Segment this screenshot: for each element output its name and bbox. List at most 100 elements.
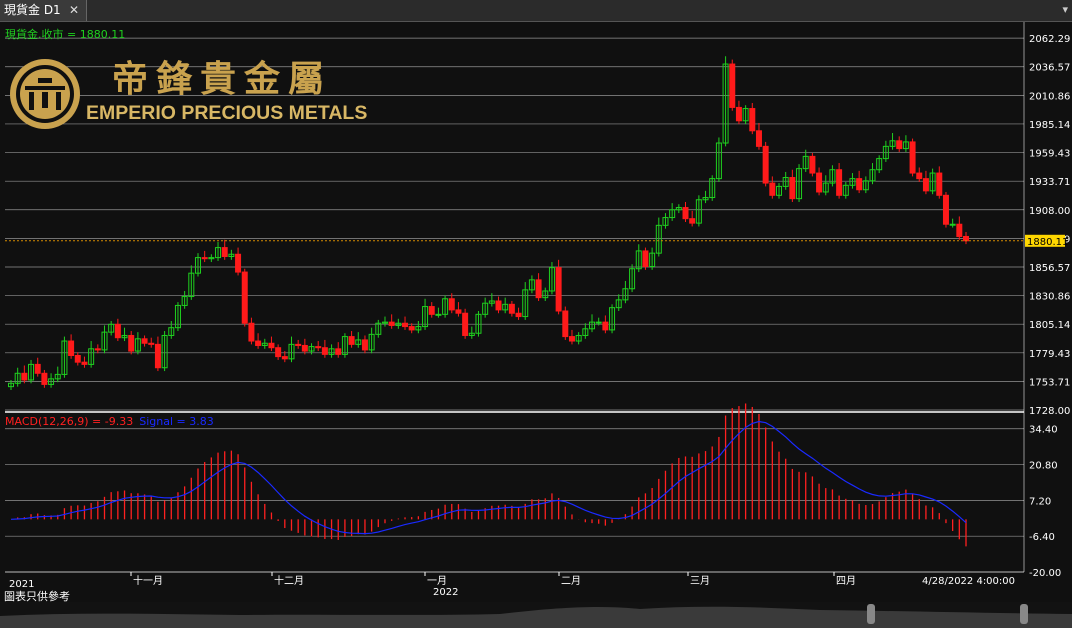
candle-body — [602, 321, 609, 331]
candle-body — [956, 223, 963, 237]
macd-label: MACD(12,26,9) = -9.33 — [5, 415, 133, 428]
candle-body — [268, 342, 275, 349]
chart-scrollbar[interactable] — [0, 602, 1072, 628]
candle-body — [141, 338, 148, 344]
candle-body — [769, 182, 776, 196]
candle-body — [248, 322, 255, 342]
price-tick-label: 2010.86 — [1029, 91, 1070, 102]
candle-body — [361, 339, 368, 351]
macd-tick-label: 7.20 — [1029, 496, 1051, 507]
signal-label: Signal = 3.83 — [139, 415, 214, 428]
macd-tick-label: 34.40 — [1029, 425, 1058, 436]
logo-english-text: EMPERIO PRECIOUS METALS — [86, 102, 368, 124]
candle-body — [128, 334, 135, 352]
candle-body — [936, 172, 943, 196]
price-tick-label: 1805.14 — [1029, 320, 1070, 331]
candle-body — [435, 313, 442, 316]
candle-body — [942, 194, 949, 225]
candle-body — [301, 344, 308, 352]
candle-body — [315, 346, 322, 349]
candle-body — [148, 342, 155, 345]
candle-body — [535, 279, 542, 299]
candle-body — [896, 140, 903, 150]
candle-body — [836, 169, 843, 196]
time-tick-label: 4/28/2022 4:00:00 — [922, 576, 1015, 587]
macd-tick-label: -20.00 — [1029, 568, 1061, 579]
candle-body — [388, 321, 395, 326]
candle-body — [963, 235, 969, 242]
candle-body — [916, 172, 923, 180]
candle-body — [235, 253, 242, 273]
macd-tick-label: -6.40 — [1029, 532, 1055, 543]
candle-body — [555, 267, 562, 312]
candle-body — [789, 177, 796, 200]
candle-body — [448, 298, 455, 311]
candle-body — [642, 250, 649, 268]
candle-body — [495, 300, 502, 311]
candle-body — [455, 309, 462, 314]
candle-body — [729, 63, 736, 108]
time-tick-label: 十一月 — [133, 574, 163, 587]
candle-body — [562, 310, 569, 338]
candle-body — [568, 336, 575, 342]
candle-body — [755, 130, 762, 147]
price-tick-label: 1728.00 — [1029, 406, 1070, 417]
close-icon[interactable]: ✕ — [69, 0, 79, 21]
candle-body — [348, 336, 355, 345]
candle-body — [41, 372, 48, 385]
candle-body — [682, 207, 689, 220]
candle-body — [949, 223, 956, 226]
price-tick-label: 1933.71 — [1029, 177, 1070, 188]
candle-body — [856, 178, 863, 191]
candle-body — [74, 354, 81, 363]
price-tick-label: 2062.29 — [1029, 34, 1070, 45]
candle-body — [201, 257, 208, 260]
candle-body — [221, 247, 228, 257]
candle-body — [275, 347, 282, 358]
chevron-down-icon[interactable]: ▾ — [1062, 3, 1068, 16]
candle-body — [408, 326, 415, 331]
price-tick-label: 1830.86 — [1029, 292, 1070, 303]
logo-chinese-text: 帝鋒貴金屬 — [112, 58, 333, 100]
candle-body — [295, 343, 302, 346]
candle-body — [816, 172, 823, 193]
candle-body — [402, 322, 409, 328]
candle-body — [114, 323, 121, 339]
price-tick-label: 1779.43 — [1029, 349, 1070, 360]
candle-body — [762, 145, 769, 184]
logo-emblem-icon — [10, 59, 80, 129]
candle-body — [428, 306, 435, 315]
candle-body — [508, 303, 515, 314]
price-tick-label: 1908.00 — [1029, 206, 1070, 217]
candle-body — [241, 271, 248, 324]
price-tick-label: 1856.57 — [1029, 263, 1070, 274]
candle-body — [595, 321, 602, 324]
scroll-handle-left[interactable] — [867, 604, 875, 624]
candle-body — [154, 343, 161, 369]
candle-body — [255, 340, 262, 346]
tab-bar: 現貨金 D1 ✕ ▾ — [0, 0, 1072, 22]
macd-tick-label: 20.80 — [1029, 461, 1058, 472]
price-tick-label: 2036.57 — [1029, 63, 1070, 74]
candle-body — [81, 361, 88, 365]
chart-tab[interactable]: 現貨金 D1 ✕ — [0, 0, 87, 21]
time-tick-label: 一月 — [427, 575, 447, 587]
price-label: 現貨金.收市 = 1880.11 — [5, 27, 125, 41]
candle-body — [922, 178, 929, 192]
candle-body — [21, 372, 28, 381]
time-tick-label: 三月 — [690, 575, 710, 587]
brand-logo: 帝鋒貴金屬 EMPERIO PRECIOUS METALS — [8, 56, 383, 132]
scrollbar-preview — [0, 606, 1072, 628]
scroll-handle-right[interactable] — [1020, 604, 1028, 624]
time-tick-label: 二月 — [561, 575, 581, 587]
candle-body — [689, 218, 696, 224]
candle-body — [68, 340, 75, 356]
time-tick-label: 十二月 — [274, 574, 304, 587]
candle-body — [321, 347, 328, 355]
tab-title: 現貨金 D1 — [4, 3, 61, 17]
macd-label-group: MACD(12,26,9) = -9.33 Signal = 3.83 — [5, 415, 214, 428]
time-tick-label: 四月 — [836, 575, 856, 587]
time-tick-label: 2022 — [433, 587, 458, 598]
candle-body — [749, 108, 756, 132]
candle-body — [809, 155, 816, 174]
